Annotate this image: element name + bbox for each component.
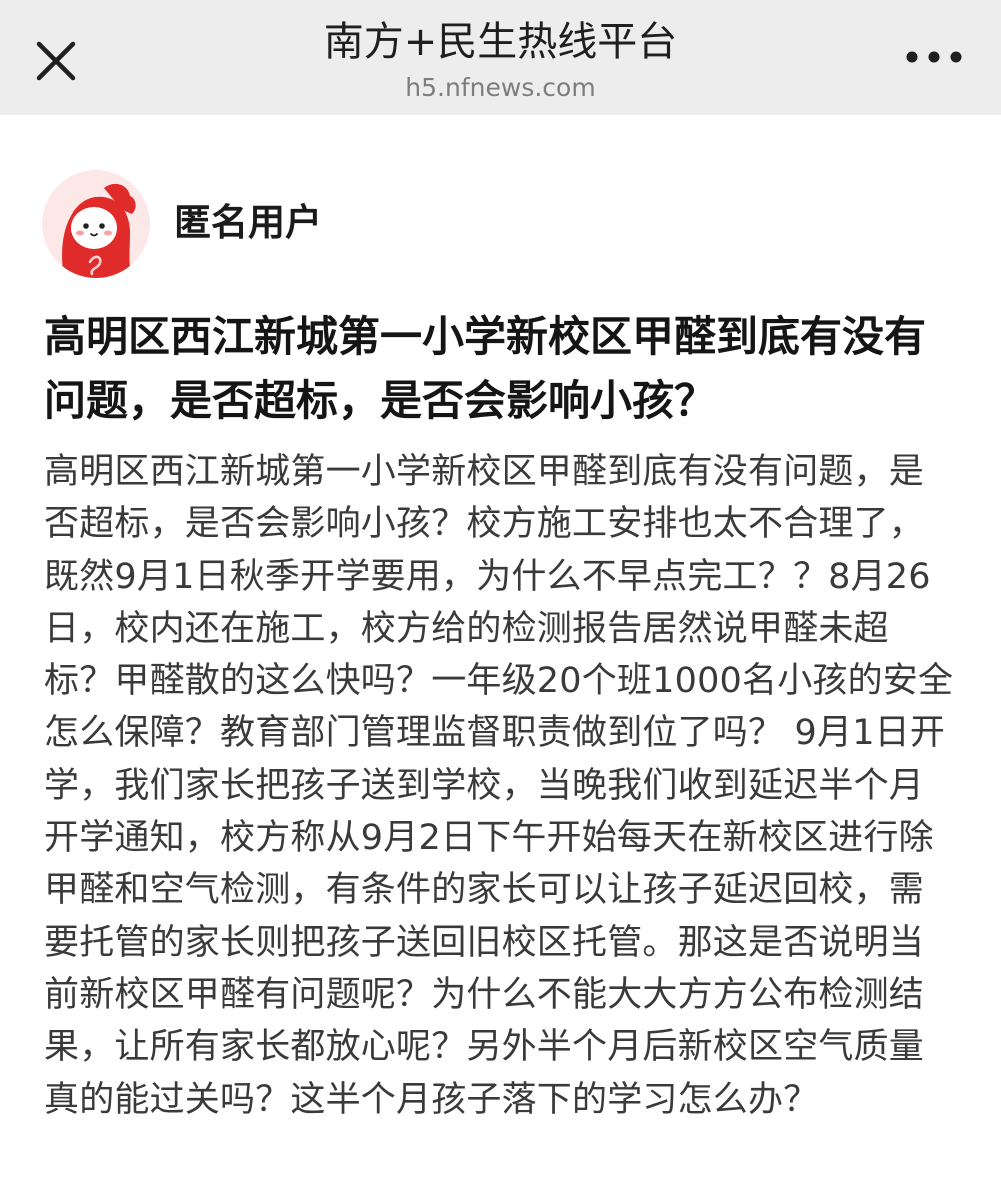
page-url: h5.nfnews.com — [405, 73, 596, 102]
top-nav-bar: 南方+民生热线平台 h5.nfnews.com — [0, 0, 1001, 115]
avatar[interactable] — [42, 170, 150, 278]
page-title: 南方+民生热线平台 — [323, 19, 678, 65]
more-options-button[interactable] — [902, 42, 966, 72]
more-horizontal-icon — [906, 51, 962, 63]
author-name[interactable]: 匿名用户 — [174, 198, 322, 248]
post-body: 高明区西江新城第一小学新校区甲醛到底有没有问题，是否超标，是否会影响小孩？校方施… — [44, 452, 954, 1120]
mascot-avatar-icon — [62, 183, 136, 278]
post-title: 高明区西江新城第一小学新校区甲醛到底有没有问题，是否超标，是否会影响小孩？ — [44, 312, 927, 425]
